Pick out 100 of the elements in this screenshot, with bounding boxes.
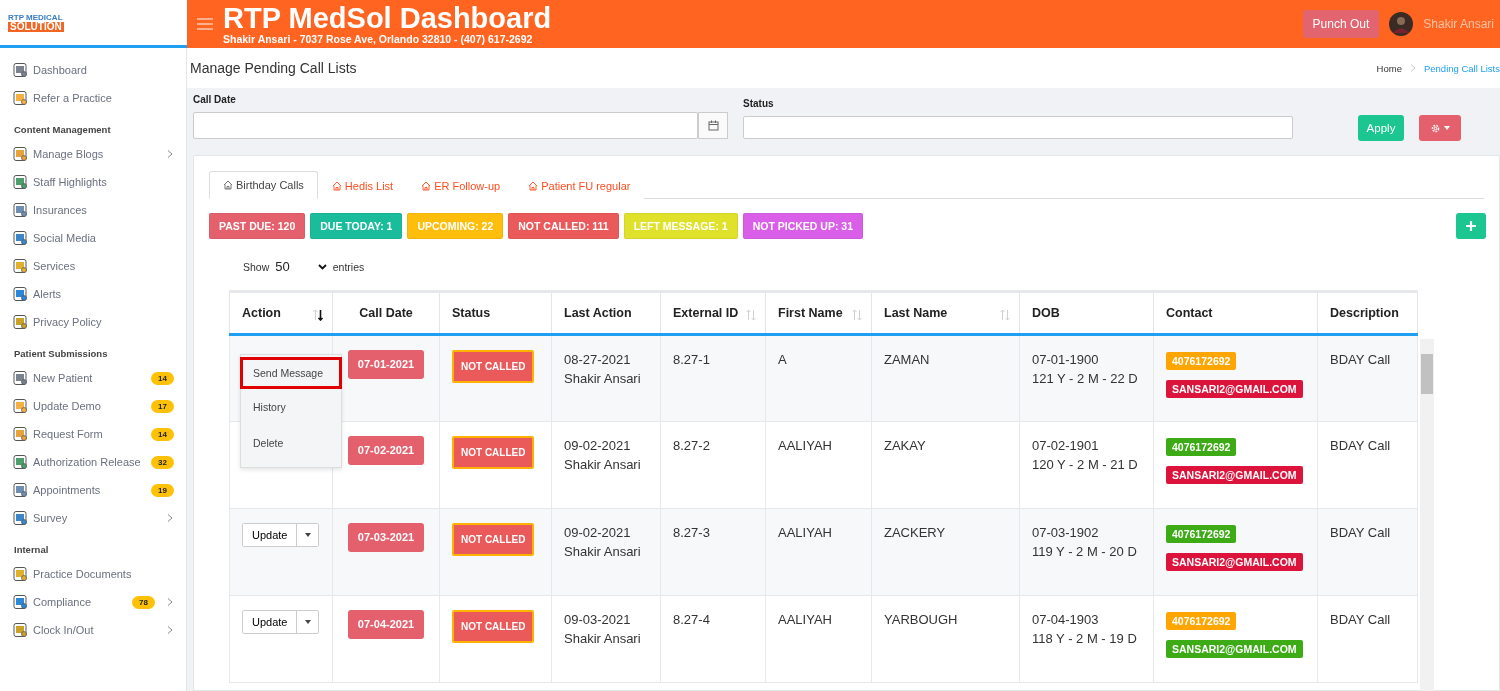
- home-icon: [223, 180, 233, 190]
- breadcrumb-link[interactable]: Home: [1376, 62, 1402, 74]
- show-label: Show: [243, 260, 270, 273]
- app-icon: [12, 482, 28, 498]
- app-icon: [12, 426, 28, 442]
- menu-item[interactable]: Send Message: [240, 357, 342, 389]
- caret-icon: [305, 533, 311, 537]
- sidebar-item[interactable]: Refer a Practice: [0, 84, 186, 112]
- punch-out-button[interactable]: Punch Out: [1302, 10, 1380, 38]
- sidebar-item[interactable]: Update Demo 17: [0, 392, 186, 420]
- home-icon: [528, 180, 539, 191]
- call-date-badge: 07-03-2021: [347, 523, 425, 552]
- sidebar-item[interactable]: Clock In/Out: [0, 616, 186, 644]
- sidebar-item[interactable]: Insurances: [0, 196, 186, 224]
- table-cell: 8.27-1: [660, 334, 766, 422]
- table-cell: AALIYAH: [765, 595, 872, 683]
- table-cell: ZAKAY: [871, 421, 1020, 509]
- count-badge[interactable]: PAST DUE: 120: [209, 213, 306, 239]
- status-badge: NOT CALLED: [452, 436, 535, 469]
- sidebar-item[interactable]: Request Form 14: [0, 420, 186, 448]
- last-action-text: 09-03-2021 Shakir Ansari: [564, 611, 642, 648]
- email-tag: SANSARI2@GMAIL.COM: [1166, 640, 1303, 658]
- sidebar-item[interactable]: Manage Blogs: [0, 140, 186, 168]
- count-badge: 19: [151, 483, 174, 497]
- sidebar-item[interactable]: Appointments 19: [0, 476, 186, 504]
- app-icon: [12, 594, 28, 610]
- count-badge[interactable]: NOT PICKED UP: 31: [742, 213, 863, 239]
- count-badge: 32: [151, 455, 174, 469]
- app-icon: [12, 174, 28, 190]
- caret-icon: [317, 263, 327, 270]
- sidebar-item[interactable]: Privacy Policy: [0, 308, 186, 336]
- breadcrumb-link[interactable]: Pending Call Lists: [1423, 62, 1500, 74]
- last-action-text: 09-02-2021 Shakir Ansari: [564, 524, 642, 561]
- calendar-button[interactable]: [698, 112, 728, 139]
- caret-icon: [1444, 126, 1450, 130]
- app-icon: [12, 454, 28, 470]
- table-cell: ZAMAN: [871, 334, 1020, 422]
- page-title: Manage Pending Call Lists: [190, 60, 357, 76]
- app-icon: [12, 286, 28, 302]
- phone-tag: 4076172692: [1166, 525, 1237, 543]
- avatar[interactable]: [1389, 12, 1414, 36]
- table-cell: AALIYAH: [765, 421, 872, 509]
- count-badge: 14: [151, 371, 174, 385]
- dob-text: 07-04-1903 118 Y - 2 M - 19 D: [1032, 611, 1138, 648]
- sidebar-item[interactable]: Alerts: [0, 280, 186, 308]
- settings-icon: [1430, 122, 1441, 134]
- tab[interactable]: Birthday Calls: [209, 171, 318, 199]
- app-icon: [12, 510, 28, 526]
- sidebar-item[interactable]: Authorization Release 32: [0, 448, 186, 476]
- table-cell: 8.27-3: [660, 508, 766, 596]
- call-date-badge: 07-01-2021: [347, 350, 425, 379]
- app-icon: [12, 258, 28, 274]
- sidebar-heading: Patient Submissions: [13, 347, 109, 361]
- phone-tag: 4076172692: [1166, 438, 1237, 456]
- menu-item[interactable]: History: [240, 389, 342, 425]
- count-badge[interactable]: NOT CALLED: 111: [508, 213, 619, 239]
- update-button[interactable]: Update: [243, 524, 298, 546]
- sidebar-item[interactable]: Practice Documents: [0, 560, 186, 588]
- sidebar-item[interactable]: Social Media: [0, 224, 186, 252]
- sidebar-item[interactable]: Staff Highlights: [0, 168, 186, 196]
- sidebar-heading: Content Management: [13, 123, 112, 137]
- app-icon: [12, 146, 28, 162]
- update-button[interactable]: Update: [243, 611, 298, 633]
- app-title: RTP MedSol Dashboard: [223, 3, 553, 33]
- chevron-right-icon: [1409, 64, 1416, 72]
- dob-text: 07-01-1900 121 Y - 2 M - 22 D: [1032, 351, 1139, 388]
- sidebar-item[interactable]: Compliance 78: [0, 588, 186, 616]
- app-icon: [12, 566, 28, 582]
- field-label: Call Date: [193, 94, 237, 105]
- date-input-field[interactable]: [193, 112, 698, 139]
- scrollbar[interactable]: [1420, 339, 1434, 691]
- table-cell: BDAY Call: [1317, 421, 1418, 509]
- sidebar-item[interactable]: Dashboard: [0, 56, 186, 84]
- count-badge: 78: [132, 595, 155, 609]
- table-cell: AALIYAH: [765, 508, 872, 596]
- phone-tag: 4076172692: [1166, 352, 1237, 370]
- status-input-field[interactable]: [743, 116, 1293, 139]
- home-icon: [421, 180, 432, 191]
- sidebar-item[interactable]: Survey: [0, 504, 186, 532]
- phone-tag: 4076172692: [1166, 612, 1237, 630]
- app-icon: [12, 370, 28, 386]
- calendar-icon: [707, 120, 719, 131]
- app-icon: [12, 314, 28, 330]
- settings-button[interactable]: [1419, 115, 1461, 141]
- email-tag: SANSARI2@GMAIL.COM: [1166, 553, 1303, 571]
- menu-item[interactable]: Delete: [240, 425, 342, 461]
- home-icon: [331, 180, 342, 191]
- status-badge: NOT CALLED: [452, 523, 535, 556]
- last-action-text: 09-02-2021 Shakir Ansari: [564, 437, 642, 474]
- status-badge: NOT CALLED: [452, 350, 535, 383]
- app-icon: [12, 62, 28, 78]
- menu-icon[interactable]: [197, 18, 213, 30]
- sidebar-item[interactable]: Services: [0, 252, 186, 280]
- plus-icon: [1466, 221, 1476, 231]
- app-icon: [12, 622, 28, 638]
- sidebar-heading: Internal: [13, 543, 50, 557]
- entries-select[interactable]: 50: [275, 259, 327, 274]
- add-button[interactable]: [1456, 213, 1486, 239]
- sidebar-item[interactable]: New Patient 14: [0, 364, 186, 392]
- call-date-badge: 07-04-2021: [347, 610, 425, 639]
